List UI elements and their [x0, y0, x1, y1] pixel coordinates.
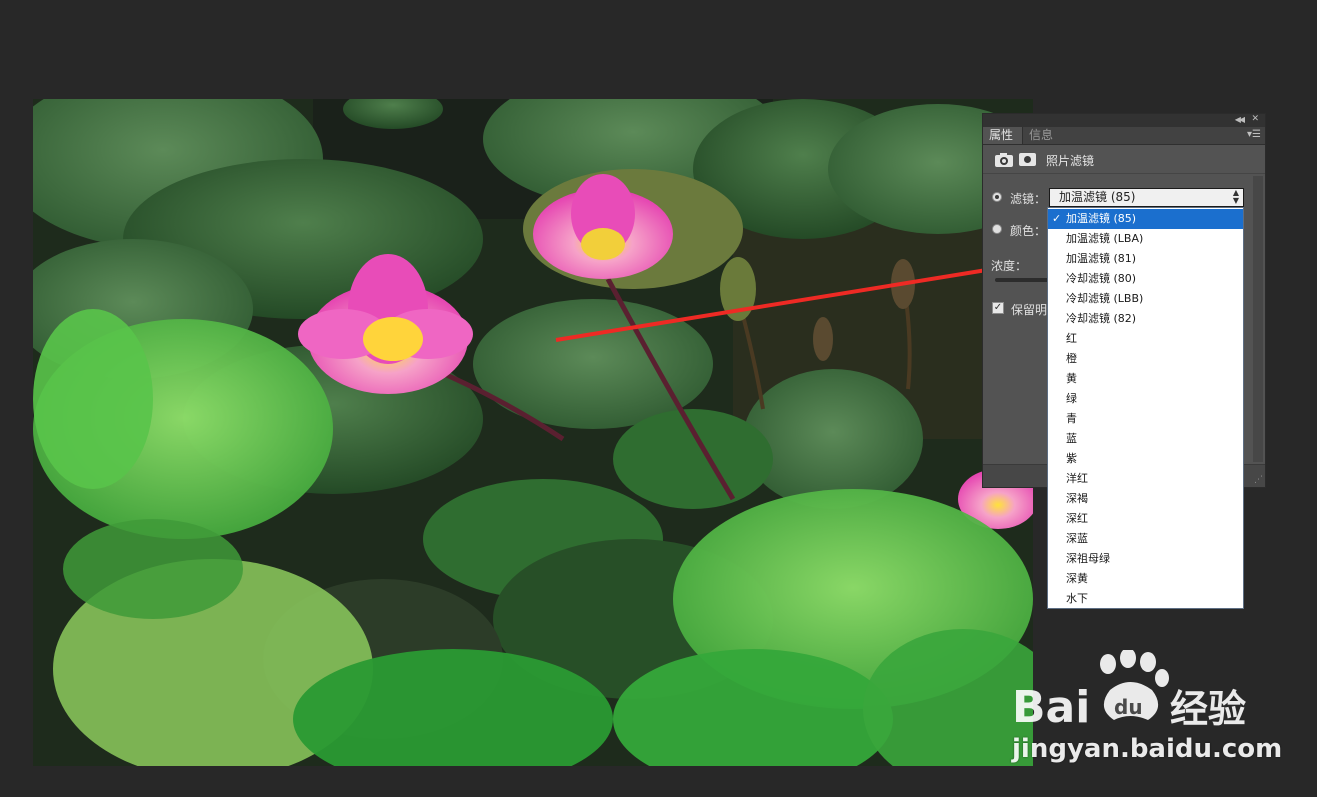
- dropdown-option-label: 水下: [1066, 592, 1088, 605]
- resize-grip-icon[interactable]: ⋰: [1254, 475, 1263, 485]
- panel-menu-icon[interactable]: ▾☰: [1247, 129, 1261, 140]
- dropdown-option-label: 深红: [1066, 512, 1088, 525]
- camera-filter-icon[interactable]: [994, 152, 1014, 168]
- dropdown-option-label: 深黄: [1066, 572, 1088, 585]
- water-lily-photo: [33, 99, 1033, 766]
- baidu-jingyan-watermark: Bai du 经验 jingyan.baidu.com: [1010, 650, 1282, 770]
- panel-scrollbar[interactable]: [1253, 176, 1263, 462]
- dropdown-option-label: 青: [1066, 412, 1077, 425]
- panel-title-bar[interactable]: ◀◀ ✕: [983, 114, 1265, 127]
- adjustment-header: 照片滤镜: [983, 145, 1265, 174]
- tab-info[interactable]: 信息: [1023, 127, 1061, 144]
- svg-text:Bai: Bai: [1012, 682, 1090, 732]
- dropdown-option-label: 橙: [1066, 352, 1077, 365]
- dropdown-option[interactable]: 加温滤镜 (81): [1048, 249, 1243, 269]
- dropdown-option[interactable]: 深黄: [1048, 569, 1243, 589]
- dropdown-option[interactable]: 蓝: [1048, 429, 1243, 449]
- dropdown-option[interactable]: 橙: [1048, 349, 1243, 369]
- dropdown-option-label: 深祖母绿: [1066, 552, 1110, 565]
- dropdown-option[interactable]: 绿: [1048, 389, 1243, 409]
- dropdown-option-label: 加温滤镜 (81): [1066, 252, 1137, 265]
- filter-row: 滤镜： 加温滤镜 (85) ▲ ▼: [983, 188, 1265, 208]
- dropdown-option-label: 蓝: [1066, 432, 1077, 445]
- dropdown-option-label: 绿: [1066, 392, 1077, 405]
- panel-title: 照片滤镜: [1046, 154, 1095, 168]
- dropdown-option[interactable]: ✓ 加温滤镜 (85): [1048, 209, 1243, 229]
- dropdown-option[interactable]: 深祖母绿: [1048, 549, 1243, 569]
- dropdown-option-label: 冷却滤镜 (80): [1066, 272, 1137, 285]
- mask-icon[interactable]: [1019, 153, 1036, 166]
- dropdown-option[interactable]: 冷却滤镜 (LBB): [1048, 289, 1243, 309]
- collapse-icon[interactable]: ◀◀: [1235, 115, 1245, 124]
- dropdown-option[interactable]: 冷却滤镜 (80): [1048, 269, 1243, 289]
- svg-text:du: du: [1114, 695, 1143, 719]
- preserve-luminosity-checkbox[interactable]: ✓: [992, 302, 1004, 314]
- dropdown-option-label: 加温滤镜 (LBA): [1066, 232, 1144, 245]
- dropdown-option[interactable]: 紫: [1048, 449, 1243, 469]
- filter-label: 滤镜：: [1010, 192, 1047, 206]
- chevron-updown-icon: ▲ ▼: [1232, 188, 1239, 205]
- dropdown-option-label: 黄: [1066, 372, 1077, 385]
- dropdown-option[interactable]: 洋红: [1048, 469, 1243, 489]
- dropdown-option[interactable]: 深红: [1048, 509, 1243, 529]
- dropdown-option[interactable]: 冷却滤镜 (82): [1048, 309, 1243, 329]
- dropdown-option-label: 洋红: [1066, 472, 1088, 485]
- check-icon: ✓: [1052, 212, 1062, 225]
- dropdown-option-label: 冷却滤镜 (82): [1066, 312, 1137, 325]
- dropdown-option-label: 冷却滤镜 (LBB): [1066, 292, 1144, 305]
- color-radio[interactable]: [992, 224, 1002, 234]
- baidu-logo: Bai du 经验: [1012, 650, 1246, 732]
- density-slider[interactable]: [995, 278, 1050, 282]
- filter-dropdown-list: ✓ 加温滤镜 (85) 加温滤镜 (LBA) 加温滤镜 (81) 冷却滤镜 (80) 冷却…: [1047, 207, 1244, 609]
- dropdown-option[interactable]: 深蓝: [1048, 529, 1243, 549]
- dropdown-option[interactable]: 黄: [1048, 369, 1243, 389]
- density-label: 浓度：: [991, 259, 1028, 273]
- dropdown-option[interactable]: 水下: [1048, 589, 1243, 609]
- image-canvas[interactable]: [33, 99, 1033, 766]
- close-icon[interactable]: ✕: [1251, 114, 1259, 124]
- dropdown-option[interactable]: 红: [1048, 329, 1243, 349]
- dropdown-option-label: 紫: [1066, 452, 1077, 465]
- filter-select[interactable]: 加温滤镜 (85) ▲ ▼: [1049, 188, 1244, 207]
- dropdown-option[interactable]: 深褐: [1048, 489, 1243, 509]
- dropdown-option-label: 深褐: [1066, 492, 1088, 505]
- dropdown-option-label: 深蓝: [1066, 532, 1088, 545]
- dropdown-option-label: 加温滤镜 (85): [1066, 212, 1137, 225]
- watermark-url: jingyan.baidu.com: [1012, 734, 1283, 764]
- dropdown-option[interactable]: 加温滤镜 (LBA): [1048, 229, 1243, 249]
- filter-select-value: 加温滤镜 (85): [1059, 190, 1136, 204]
- panel-tab-bar: 属性 信息 ▾☰: [983, 127, 1265, 145]
- color-label: 颜色：: [1010, 224, 1047, 238]
- tab-properties[interactable]: 属性: [983, 127, 1023, 144]
- dropdown-option[interactable]: 青: [1048, 409, 1243, 429]
- svg-text:经验: 经验: [1170, 687, 1246, 731]
- preserve-luminosity-label: 保留明度: [1011, 303, 1047, 317]
- filter-radio[interactable]: [992, 192, 1002, 202]
- dropdown-option-label: 红: [1066, 332, 1077, 345]
